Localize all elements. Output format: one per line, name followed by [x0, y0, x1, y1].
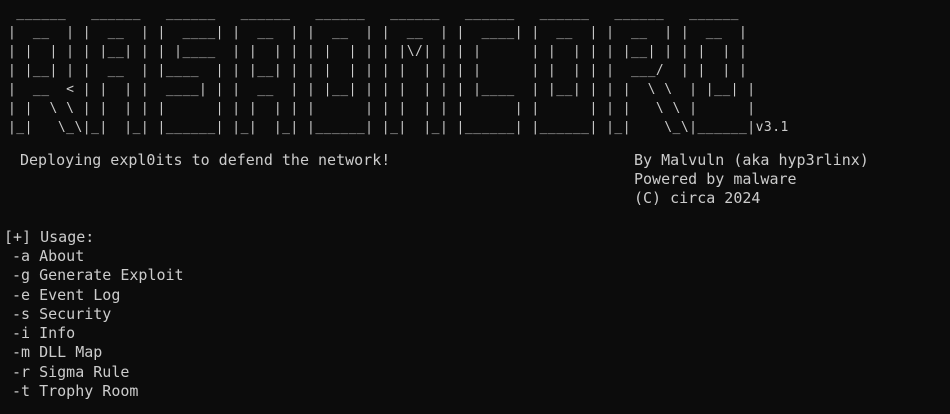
option-flag: -r [12, 362, 31, 381]
option-flag: -g [12, 266, 31, 285]
option-label: Trophy Room [39, 382, 139, 401]
usage-option: -i Info [12, 324, 184, 343]
option-flag: -m [12, 343, 31, 362]
option-label: Info [39, 324, 76, 343]
ascii-art-banner: ______ ______ ______ ______ ______ _____… [8, 6, 789, 135]
option-flag: -i [12, 324, 31, 343]
terminal-window[interactable]: ______ ______ ______ ______ ______ _____… [0, 0, 950, 414]
usage-option: -m DLL Map [12, 343, 184, 362]
option-flag: -a [12, 247, 31, 265]
powered-by-text: Powered by malware [634, 170, 797, 188]
usage-options-list: -a About -g Generate Exploit -e Event Lo… [12, 247, 184, 401]
usage-header: [+] Usage: [4, 228, 95, 246]
option-label: Generate Exploit [39, 266, 184, 285]
usage-option: -r Sigma Rule [12, 363, 184, 382]
author-text: By Malvuln (aka hyp3rlinx) [634, 151, 869, 169]
tagline-text: Deploying expl0its to defend the network… [20, 151, 391, 169]
option-label: About [39, 247, 85, 265]
option-flag: -s [12, 304, 31, 323]
option-label: Event Log [39, 285, 121, 304]
usage-option: -g Generate Exploit [12, 266, 184, 285]
option-flag: -e [12, 285, 31, 304]
copyright-text: (C) circa 2024 [634, 189, 761, 207]
option-label: Security [39, 304, 112, 323]
usage-option: -s Security [12, 305, 184, 324]
usage-option: -e Event Log [12, 286, 184, 305]
option-flag: -t [12, 382, 31, 401]
option-label: DLL Map [39, 343, 103, 362]
option-label: Sigma Rule [39, 362, 130, 381]
usage-option: -a About [12, 247, 184, 266]
usage-option: -t Trophy Room [12, 382, 184, 401]
